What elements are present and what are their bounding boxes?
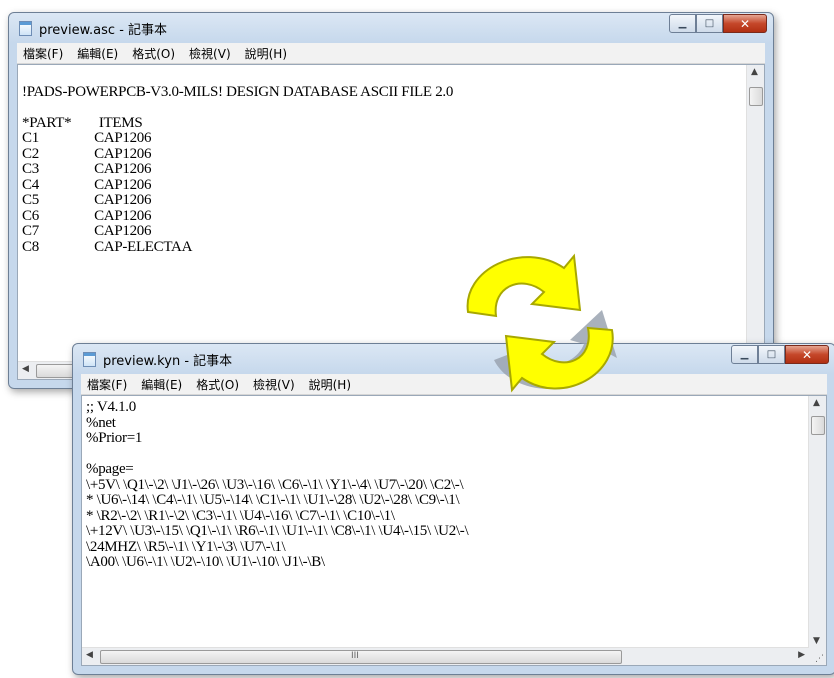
close-icon: ✕ <box>801 347 813 362</box>
menu-file[interactable]: 檔案(F) <box>81 376 135 393</box>
editor-client: !PADS-POWERPCB-V3.0-MILS! DESIGN DATABAS… <box>17 64 765 380</box>
notepad-icon <box>19 21 32 36</box>
resize-grip-icon: ⋰ <box>815 654 824 664</box>
menu-format[interactable]: 格式(O) <box>190 376 247 393</box>
scroll-thumb[interactable] <box>749 87 763 106</box>
menu-view[interactable]: 檢視(V) <box>247 376 303 393</box>
close-button[interactable]: ✕ <box>785 345 829 364</box>
menu-format[interactable]: 格式(O) <box>126 45 183 62</box>
scroll-up-icon[interactable]: ▲ <box>813 398 820 408</box>
close-icon: ✕ <box>739 16 751 31</box>
sync-arrows-icon <box>466 253 617 393</box>
scroll-thumb-h[interactable]: III <box>100 650 622 664</box>
maximize-icon: □ <box>704 18 715 29</box>
scroll-thumb[interactable] <box>811 416 825 435</box>
menu-file[interactable]: 檔案(F) <box>17 45 71 62</box>
minimize-icon: ▁ <box>678 18 687 29</box>
window-title: preview.asc - 記事本 <box>39 23 168 38</box>
window-title: preview.kyn - 記事本 <box>103 354 233 369</box>
text-editor[interactable]: ;; V4.1.0 %net %Prior=1 %page= \+5V\ \Q1… <box>82 396 809 648</box>
maximize-button[interactable]: □ <box>758 345 785 364</box>
horizontal-scrollbar[interactable]: ◀ III ▶ <box>82 647 809 665</box>
vertical-scrollbar[interactable]: ▲ <box>746 65 764 362</box>
minimize-icon: ▁ <box>740 349 749 360</box>
scroll-right-icon[interactable]: ▶ <box>798 650 805 660</box>
scroll-up-icon[interactable]: ▲ <box>751 67 758 77</box>
scroll-down-icon[interactable]: ▼ <box>813 636 820 646</box>
menu-help[interactable]: 說明(H) <box>239 45 295 62</box>
menu-edit[interactable]: 編輯(E) <box>135 376 190 393</box>
menu-help[interactable]: 說明(H) <box>303 376 359 393</box>
menu-view[interactable]: 檢視(V) <box>183 45 239 62</box>
scroll-left-icon[interactable]: ◀ <box>86 650 93 660</box>
menu-bar: 檔案(F) 編輯(E) 格式(O) 檢視(V) 說明(H) <box>17 43 765 64</box>
close-button[interactable]: ✕ <box>723 14 767 33</box>
text-editor[interactable]: !PADS-POWERPCB-V3.0-MILS! DESIGN DATABAS… <box>18 65 747 362</box>
scroll-grip: III <box>351 651 359 661</box>
resize-corner: ⋰ <box>809 648 826 665</box>
title-bar[interactable]: preview.asc - 記事本 ▁ □ ✕ <box>9 13 773 43</box>
notepad-icon <box>83 352 96 367</box>
sync-arrow-top <box>466 253 582 318</box>
editor-client: ;; V4.1.0 %net %Prior=1 %page= \+5V\ \Q1… <box>81 395 827 666</box>
vertical-scrollbar[interactable]: ▲ ▼ <box>808 396 826 648</box>
maximize-button[interactable]: □ <box>696 14 723 33</box>
notepad-window-asc[interactable]: preview.asc - 記事本 ▁ □ ✕ 檔案(F) 編輯(E) 格式(O… <box>8 12 774 389</box>
minimize-button[interactable]: ▁ <box>731 345 758 364</box>
scroll-left-icon[interactable]: ◀ <box>22 364 29 374</box>
maximize-icon: □ <box>766 349 777 360</box>
menu-edit[interactable]: 編輯(E) <box>71 45 126 62</box>
minimize-button[interactable]: ▁ <box>669 14 696 33</box>
